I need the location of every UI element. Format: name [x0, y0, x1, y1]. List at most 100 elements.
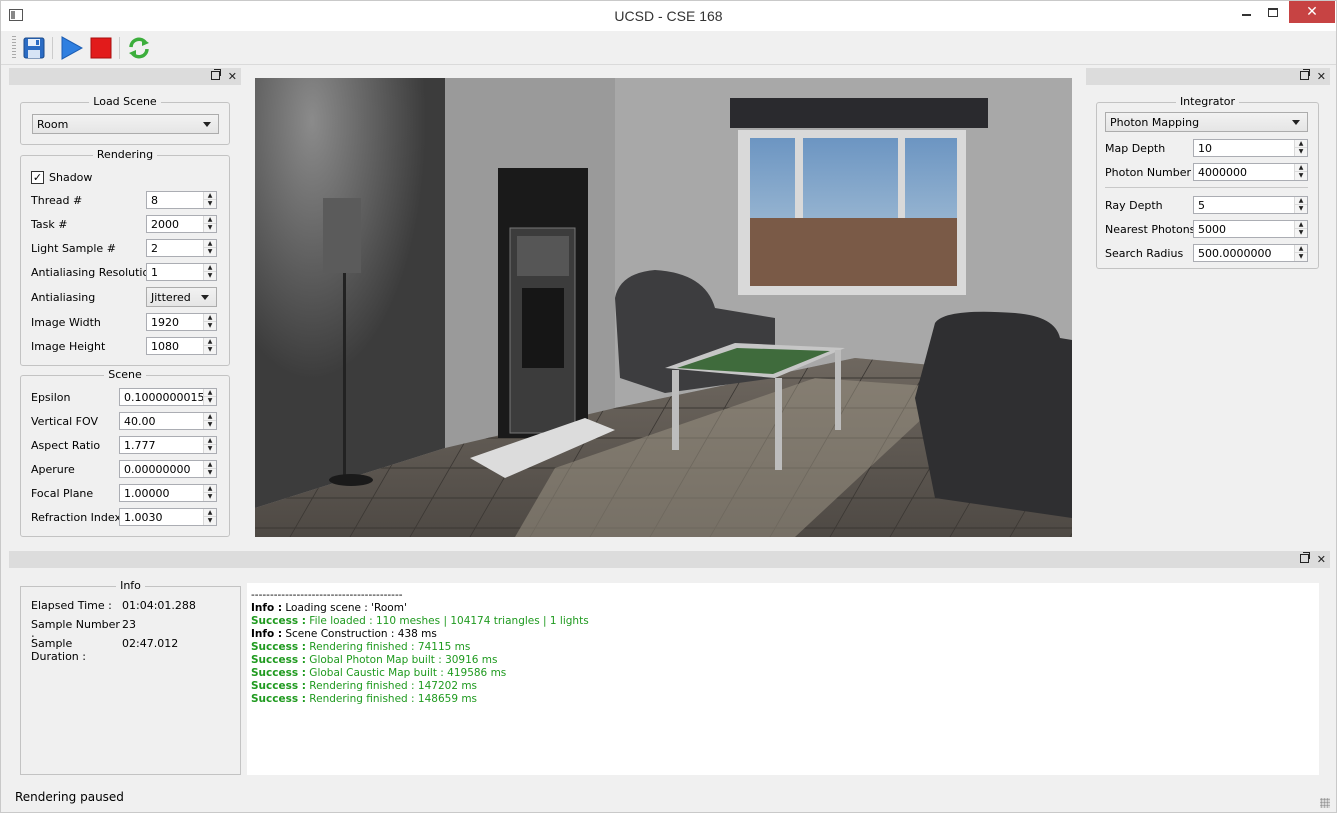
- spin-down-icon[interactable]: ▼: [204, 346, 216, 354]
- elapsed-time-row: Elapsed Time : 01:04:01.288: [31, 599, 196, 612]
- epsilon-spinbox[interactable]: 0.1000000015 ▲ ▼: [119, 388, 217, 406]
- search-radius-spinbox[interactable]: 500.0000000 ▲ ▼: [1193, 244, 1308, 262]
- field-label: Nearest Photons: [1105, 222, 1196, 236]
- spin-down-icon[interactable]: ▼: [1295, 205, 1307, 213]
- spin-down-icon[interactable]: ▼: [204, 322, 216, 330]
- shadow-checkbox[interactable]: ✓ Shadow: [31, 168, 92, 186]
- maximize-button[interactable]: [1258, 1, 1288, 23]
- integrator-select[interactable]: Photon Mapping: [1105, 112, 1308, 132]
- spin-down-icon[interactable]: ▼: [204, 421, 216, 429]
- spin-up-icon[interactable]: ▲: [1295, 197, 1307, 205]
- check-icon[interactable]: ✓: [31, 170, 44, 184]
- refraction-index-spinbox[interactable]: 1.0030 ▲ ▼: [119, 508, 217, 526]
- spin-up-icon[interactable]: ▲: [1295, 245, 1307, 253]
- spin-value: 1: [151, 266, 158, 279]
- aperture-spinbox[interactable]: 0.00000000 ▲ ▼: [119, 460, 217, 478]
- spin-value: 5: [1198, 199, 1205, 212]
- spin-up-icon[interactable]: ▲: [204, 264, 216, 272]
- image-width-spinbox[interactable]: 1920 ▲ ▼: [146, 313, 217, 331]
- resize-grip-icon[interactable]: [1320, 798, 1330, 808]
- task-count-spinbox[interactable]: 2000 ▲ ▼: [146, 215, 217, 233]
- spin-up-icon[interactable]: ▲: [204, 437, 216, 445]
- close-icon[interactable]: ✕: [228, 70, 237, 83]
- log-line: Success : Rendering finished : 147202 ms: [251, 680, 478, 692]
- float-icon[interactable]: [210, 69, 221, 80]
- spin-down-icon[interactable]: ▼: [204, 224, 216, 232]
- spin-down-icon[interactable]: ▼: [1295, 148, 1307, 156]
- bottom-dock-header[interactable]: ✕: [9, 551, 1330, 568]
- scene-title: Scene: [104, 368, 146, 381]
- play-button[interactable]: [58, 35, 84, 61]
- stop-button[interactable]: [88, 35, 114, 61]
- map-depth-spinbox[interactable]: 10 ▲ ▼: [1193, 139, 1308, 157]
- field-label: Search Radius: [1105, 246, 1184, 260]
- spin-up-icon[interactable]: ▲: [204, 314, 216, 322]
- field-label: Aspect Ratio: [31, 438, 101, 452]
- spin-up-icon[interactable]: ▲: [204, 192, 216, 200]
- close-icon[interactable]: ✕: [1317, 553, 1326, 566]
- main-window: UCSD - CSE 168 ✕ ✕ Load Scene Room Rende…: [0, 0, 1337, 813]
- refresh-icon: [129, 37, 149, 59]
- spin-up-icon[interactable]: ▲: [204, 485, 216, 493]
- right-dock-header[interactable]: ✕: [1086, 68, 1330, 85]
- spin-up-icon[interactable]: ▲: [204, 389, 216, 397]
- toolbar-grip[interactable]: [12, 36, 16, 60]
- spin-down-icon[interactable]: ▼: [204, 200, 216, 208]
- spin-down-icon[interactable]: ▼: [204, 469, 216, 477]
- spin-down-icon[interactable]: ▼: [204, 493, 216, 501]
- spin-up-icon[interactable]: ▲: [1295, 221, 1307, 229]
- spin-up-icon[interactable]: ▲: [204, 509, 216, 517]
- antialiasing-select[interactable]: Jittered: [146, 287, 217, 307]
- spin-down-icon[interactable]: ▼: [204, 445, 216, 453]
- photon-number-spinbox[interactable]: 4000000 ▲ ▼: [1193, 163, 1308, 181]
- rendering-title: Rendering: [92, 148, 158, 161]
- field-label: Antialiasing: [31, 290, 96, 304]
- spin-value: 1.777: [124, 439, 156, 452]
- spin-up-icon[interactable]: ▲: [204, 216, 216, 224]
- vertical-fov-spinbox[interactable]: 40.00 ▲ ▼: [119, 412, 217, 430]
- close-button[interactable]: ✕: [1289, 1, 1335, 23]
- light-sample-spinbox[interactable]: 2 ▲ ▼: [146, 239, 217, 257]
- float-icon[interactable]: [1299, 552, 1310, 563]
- info-label: Sample Duration :: [31, 637, 86, 663]
- spin-down-icon[interactable]: ▼: [204, 517, 216, 525]
- integrator-title: Integrator: [1175, 95, 1240, 108]
- refresh-button[interactable]: [126, 35, 152, 61]
- image-height-spinbox[interactable]: 1080 ▲ ▼: [146, 337, 217, 355]
- focal-plane-spinbox[interactable]: 1.00000 ▲ ▼: [119, 484, 217, 502]
- antialiasing-resolution-spinbox[interactable]: 1 ▲ ▼: [146, 263, 217, 281]
- rendering-group: Rendering ✓ Shadow Thread # 8 ▲ ▼ Task # …: [20, 148, 230, 366]
- thread-count-spinbox[interactable]: 8 ▲ ▼: [146, 191, 217, 209]
- field-label: Vertical FOV: [31, 414, 98, 428]
- log-line: Success : Rendering finished : 74115 ms: [251, 641, 471, 653]
- spin-up-icon[interactable]: ▲: [204, 338, 216, 346]
- spin-down-icon[interactable]: ▼: [1295, 253, 1307, 261]
- spin-up-icon[interactable]: ▲: [204, 240, 216, 248]
- close-icon[interactable]: ✕: [1317, 70, 1326, 83]
- field-label: Antialiasing Resolution: [31, 265, 157, 279]
- spin-down-icon[interactable]: ▼: [204, 248, 216, 256]
- spin-down-icon[interactable]: ▼: [204, 397, 216, 405]
- float-icon[interactable]: [1299, 69, 1310, 80]
- spin-up-icon[interactable]: ▲: [204, 461, 216, 469]
- minimize-button[interactable]: [1231, 1, 1261, 23]
- left-dock-header[interactable]: ✕: [9, 68, 241, 85]
- spin-value: 4000000: [1198, 166, 1247, 179]
- nearest-photons-spinbox[interactable]: 5000 ▲ ▼: [1193, 220, 1308, 238]
- spin-up-icon[interactable]: ▲: [1295, 140, 1307, 148]
- stop-icon: [90, 37, 112, 59]
- aspect-ratio-spinbox[interactable]: 1.777 ▲ ▼: [119, 436, 217, 454]
- spin-down-icon[interactable]: ▼: [1295, 172, 1307, 180]
- spin-up-icon[interactable]: ▲: [1295, 164, 1307, 172]
- scene-group: Scene Epsilon 0.1000000015 ▲ ▼ Vertical F…: [20, 368, 230, 537]
- ray-depth-spinbox[interactable]: 5 ▲ ▼: [1193, 196, 1308, 214]
- spin-up-icon[interactable]: ▲: [204, 413, 216, 421]
- spin-down-icon[interactable]: ▼: [1295, 229, 1307, 237]
- save-button[interactable]: [21, 35, 47, 61]
- scene-select[interactable]: Room: [32, 114, 219, 134]
- spin-value: 0.1000000015: [124, 391, 205, 404]
- spin-down-icon[interactable]: ▼: [204, 272, 216, 280]
- close-icon: ✕: [1306, 4, 1318, 20]
- field-label: Task #: [31, 217, 68, 231]
- log-console[interactable]: ----------------------------------------…: [247, 583, 1319, 775]
